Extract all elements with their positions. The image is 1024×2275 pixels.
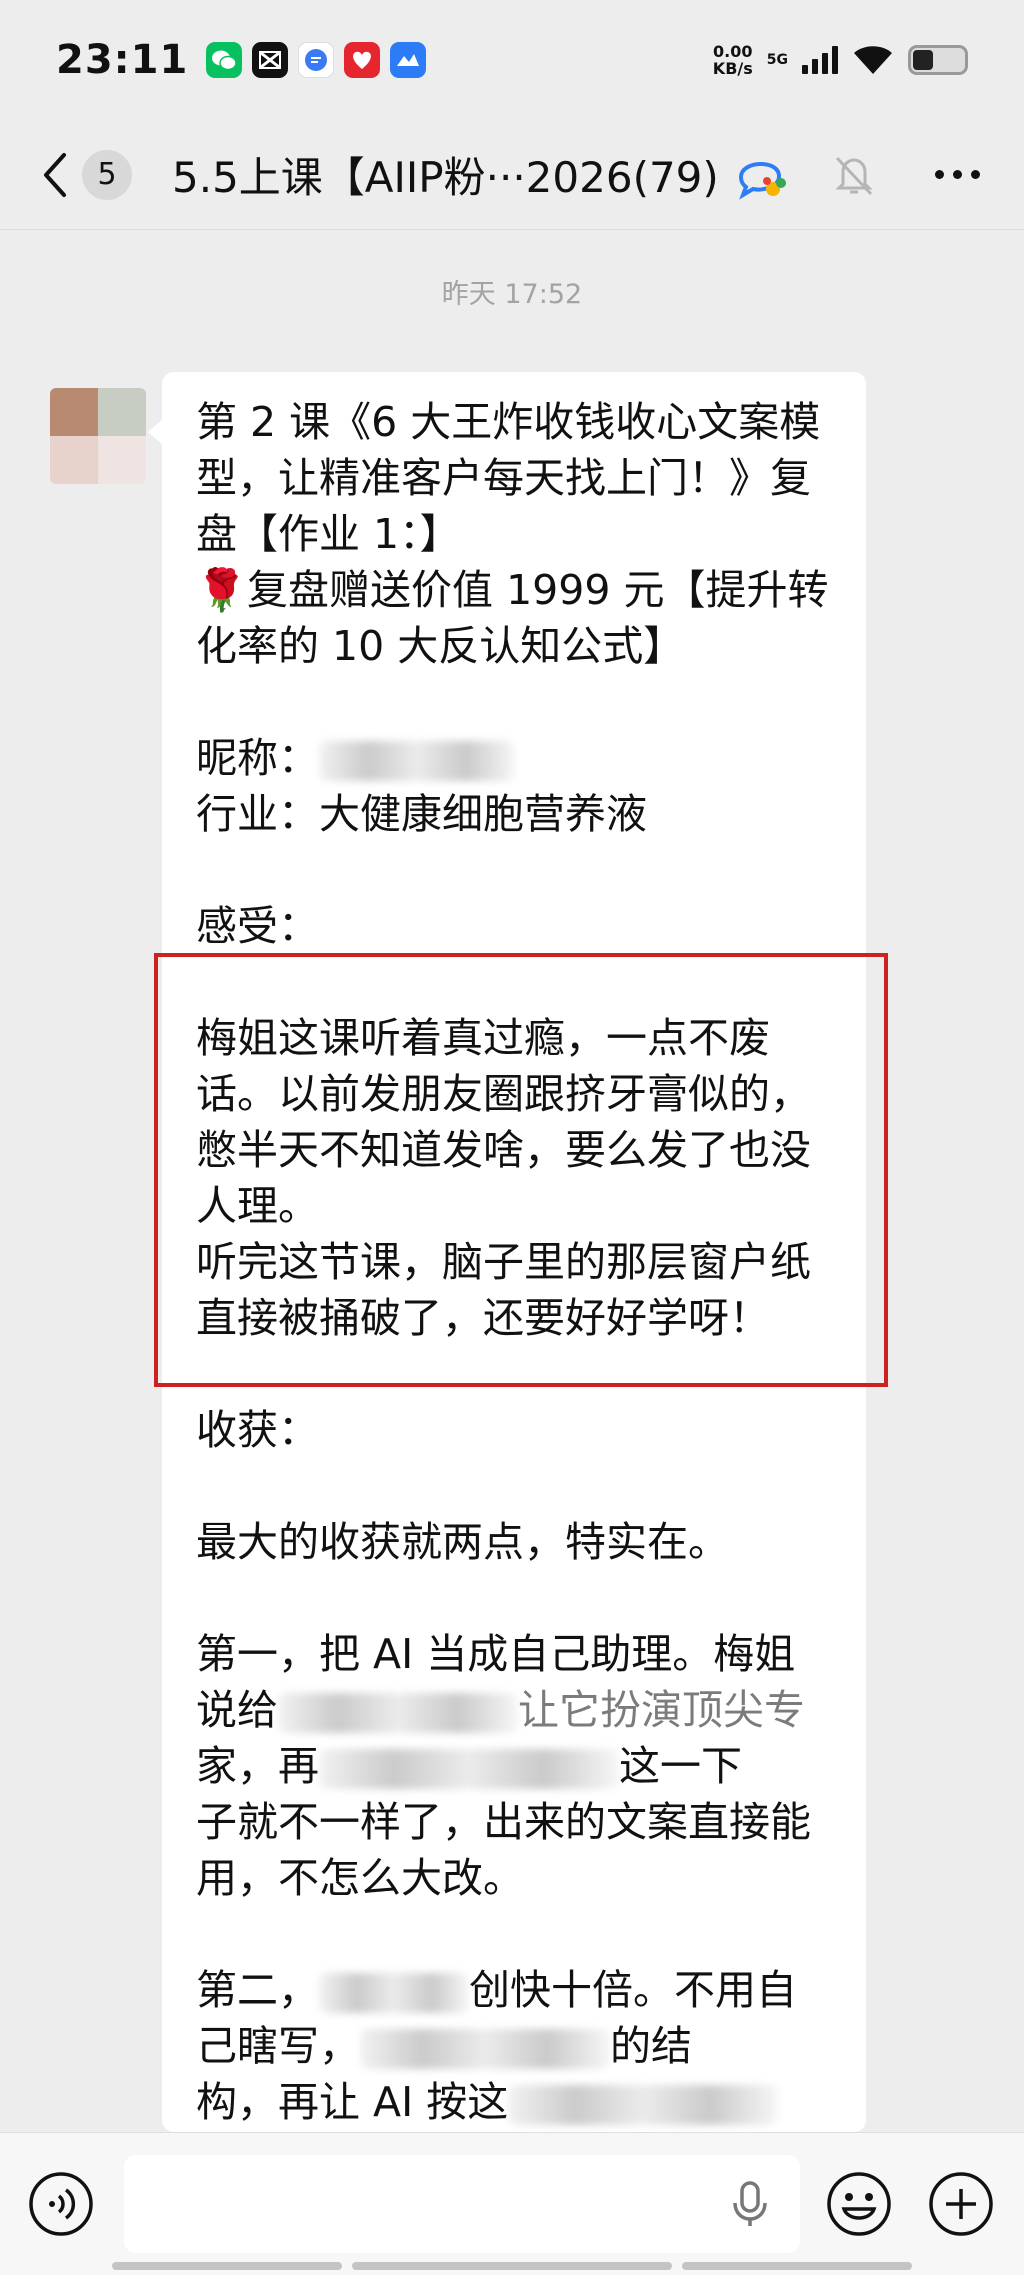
lark-app-icon: [390, 42, 427, 78]
redacted-text: [278, 1693, 518, 1733]
red-app-icon: [344, 42, 381, 78]
message-line: 收获：: [196, 1406, 319, 1454]
message-line: 化率的 10 大反认知公式】: [196, 622, 685, 670]
message-line: 🌹复盘赠送价值 1999 元【提升转: [196, 566, 829, 614]
message-line: 第二， 创快十倍。不用自: [196, 1966, 797, 2014]
message-line: 家，再 这一下: [196, 1742, 742, 1790]
emoji-icon[interactable]: [826, 2171, 892, 2237]
chat-header: 5 5.5上课【AIIP粉···2026(79): [0, 120, 1024, 230]
message-line: 构，再让 AI 按这: [196, 2074, 834, 2130]
mute-bell-icon: [835, 156, 873, 195]
message-line: 第 2 课《6 大王炸收钱收心文案模: [196, 398, 821, 446]
status-bar: 23:11 0.00 KB/s 5G: [0, 0, 1024, 120]
notification-icons: [206, 42, 427, 78]
message-line: 行业：大健康细胞营养液: [196, 790, 647, 838]
signal-icon: [802, 46, 838, 74]
message-line: 盘【作业 1：】: [196, 510, 461, 558]
network-type: 5G: [766, 52, 788, 68]
message-line: 感受：: [196, 902, 319, 950]
capcut-app-icon: [252, 42, 289, 78]
scroll-indicator: [682, 2262, 912, 2270]
message-line: 型，让精准客户每天找上门！》复: [196, 454, 811, 502]
voice-input-icon[interactable]: [28, 2171, 94, 2237]
chat-title[interactable]: 5.5上课【AIIP粉···2026(79): [172, 144, 719, 205]
status-time: 23:11: [56, 37, 189, 83]
message-line: 子就不一样了，出来的文案直接能: [196, 1798, 811, 1846]
status-indicators: 0.00 KB/s 5G: [713, 43, 968, 77]
battery-icon: [908, 45, 968, 75]
group-chat-icon[interactable]: [733, 147, 789, 203]
network-speed: 0.00 KB/s: [712, 42, 753, 78]
nickname-label: 昵称：: [196, 734, 319, 782]
redacted-text: [319, 1973, 469, 2013]
sender-avatar[interactable]: [50, 388, 146, 484]
wechat-app-icon: [206, 42, 243, 78]
message-input[interactable]: [124, 2155, 800, 2253]
scroll-indicator: [352, 2262, 672, 2270]
redacted-text: [508, 2085, 779, 2125]
highlight-annotation-box: [154, 953, 888, 1387]
wifi-icon: [854, 46, 892, 74]
message-line: 用，不怎么大改。: [196, 1854, 524, 1902]
message-line: 第一，把 AI 当成自己助理。梅姐: [196, 1630, 796, 1678]
redacted-text: [360, 2029, 610, 2069]
chat-app-icon: [298, 42, 335, 78]
message-line: 说给 让它扮演顶尖专: [196, 1686, 805, 1734]
microphone-icon[interactable]: [730, 2179, 770, 2229]
back-icon[interactable]: [30, 145, 78, 205]
scroll-indicator: [112, 2262, 342, 2270]
plus-icon[interactable]: [928, 2171, 994, 2237]
chat-input-bar: [0, 2132, 1024, 2275]
redacted-nickname: [319, 741, 515, 781]
message-line: 己瞎写， 的结: [196, 2022, 692, 2070]
more-icon[interactable]: [935, 170, 980, 179]
message-timestamp: 昨天 17:52: [441, 279, 583, 310]
message-line: 昵称：: [196, 730, 834, 786]
unread-count-badge[interactable]: 5: [82, 149, 132, 200]
redacted-text: [319, 1749, 619, 1789]
message-line: 最大的收获就两点，特实在。: [196, 1518, 729, 1566]
